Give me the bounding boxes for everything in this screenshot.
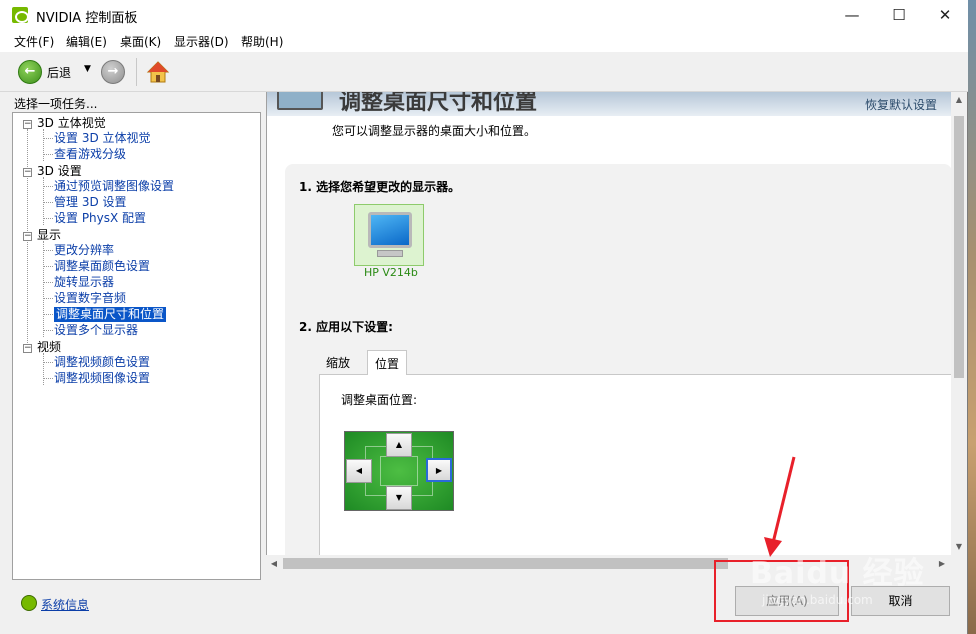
tree-group-display[interactable]: 显示 <box>37 228 61 243</box>
tree-hline <box>44 282 53 283</box>
system-info-icon[interactable] <box>21 595 37 611</box>
tree-hline <box>44 330 53 331</box>
monitor-stand-icon <box>377 250 403 257</box>
menu-file[interactable]: 文件(F) <box>14 33 54 50</box>
back-label[interactable]: 后退 <box>47 64 71 81</box>
system-info-link[interactable]: 系统信息 <box>41 596 89 613</box>
scroll-right-icon[interactable]: ▶ <box>934 555 950 572</box>
move-right-button[interactable]: ▶ <box>426 458 452 482</box>
monitor-icon <box>368 212 412 248</box>
title-bar: NVIDIA 控制面板 — ☐ ✕ <box>0 0 968 30</box>
tree-group-video[interactable]: 视频 <box>37 340 61 355</box>
move-down-button[interactable]: ▼ <box>386 486 412 510</box>
task-tree: − 3D 立体视觉 设置 3D 立体视觉 查看游戏分级 − 3D 设置 通过预览… <box>12 112 261 580</box>
scroll-down-icon[interactable]: ▼ <box>951 539 967 555</box>
toolbar-separator <box>136 58 137 86</box>
page-banner: 调整桌面尺寸和位置 恢复默认设置 <box>267 92 951 116</box>
vertical-scroll-thumb[interactable] <box>954 116 964 378</box>
tree-collapse-icon[interactable]: − <box>23 168 32 177</box>
display-name[interactable]: HP V214b <box>364 266 418 279</box>
close-button[interactable]: ✕ <box>922 0 968 30</box>
tree-item-change-resolution[interactable]: 更改分辨率 <box>54 243 114 258</box>
desktop-background <box>968 0 976 634</box>
step2-heading: 2. 应用以下设置: <box>299 320 393 334</box>
tree-hline <box>44 218 53 219</box>
tree-group-3d-settings[interactable]: 3D 设置 <box>37 164 82 179</box>
tree-item-desktop-size-position[interactable]: 调整桌面尺寸和位置 <box>54 307 167 322</box>
tree-hline <box>44 186 53 187</box>
tree-item-multiple-displays[interactable]: 设置多个显示器 <box>54 323 138 338</box>
tree-collapse-icon[interactable]: − <box>23 120 32 129</box>
page-description: 您可以调整显示器的桌面大小和位置。 <box>332 124 537 138</box>
position-label: 调整桌面位置: <box>341 393 418 407</box>
watermark-url: jingyan.baidu.com <box>762 593 873 607</box>
home-icon[interactable] <box>146 60 170 84</box>
desktop-position-control: ▲ ▼ ◀ ▶ <box>344 431 454 511</box>
tree-hline <box>44 250 53 251</box>
tree-item-game-ratings[interactable]: 查看游戏分级 <box>54 147 126 162</box>
tree-collapse-icon[interactable]: − <box>23 344 32 353</box>
tree-group-3d-stereo[interactable]: 3D 立体视觉 <box>37 116 106 131</box>
tree-branch-line <box>43 353 44 385</box>
maximize-button[interactable]: ☐ <box>876 0 922 30</box>
tree-item-video-color[interactable]: 调整视频颜色设置 <box>54 355 150 370</box>
display-banner-icon <box>277 92 323 110</box>
tree-item-preview-image-settings[interactable]: 通过预览调整图像设置 <box>54 179 174 194</box>
back-arrow-icon: ← <box>24 64 36 79</box>
annotation-arrow-icon <box>764 456 796 557</box>
move-left-button[interactable]: ◀ <box>346 459 372 483</box>
tree-hline <box>44 378 53 379</box>
tree-branch-line <box>43 129 44 161</box>
watermark-logo: Baidu 经验 <box>750 556 925 591</box>
scroll-up-icon[interactable]: ▲ <box>951 92 967 108</box>
vertical-scrollbar[interactable]: ▲ ▼ <box>951 92 967 555</box>
horizontal-scroll-thumb[interactable] <box>283 558 728 569</box>
forward-button[interactable]: → <box>101 60 125 84</box>
menu-desktop[interactable]: 桌面(K) <box>120 33 161 50</box>
tree-item-video-image[interactable]: 调整视频图像设置 <box>54 371 150 386</box>
menu-edit[interactable]: 编辑(E) <box>66 33 107 50</box>
tree-hline <box>44 362 53 363</box>
minimize-button[interactable]: — <box>829 0 875 30</box>
page-title: 调整桌面尺寸和位置 <box>339 92 538 115</box>
back-button[interactable]: ← <box>18 60 42 84</box>
window-title: NVIDIA 控制面板 <box>36 11 138 26</box>
tree-item-desktop-color[interactable]: 调整桌面颜色设置 <box>54 259 150 274</box>
tree-hline <box>44 298 53 299</box>
grid-line <box>380 456 418 486</box>
tree-hline <box>44 314 53 315</box>
step1-heading: 1. 选择您希望更改的显示器。 <box>299 180 461 194</box>
tree-collapse-icon[interactable]: − <box>23 232 32 241</box>
tree-hline <box>44 138 53 139</box>
menu-help[interactable]: 帮助(H) <box>241 33 283 50</box>
nvidia-logo-icon <box>12 7 29 23</box>
move-up-button[interactable]: ▲ <box>386 433 412 457</box>
tree-branch-line <box>43 241 44 337</box>
menu-bar: 文件(F) 编辑(E) 桌面(K) 显示器(D) 帮助(H) <box>0 30 968 52</box>
tree-item-rotate-display[interactable]: 旋转显示器 <box>54 275 114 290</box>
display-selector-hp-v214b[interactable] <box>354 204 424 266</box>
task-label: 选择一项任务... <box>14 97 98 111</box>
toolbar: ← 后退 ▼ → <box>0 52 968 92</box>
tree-hline <box>44 266 53 267</box>
history-dropdown-icon[interactable]: ▼ <box>84 64 91 74</box>
nvidia-control-panel-window: NVIDIA 控制面板 — ☐ ✕ 文件(F) 编辑(E) 桌面(K) 显示器(… <box>0 0 968 634</box>
tree-item-physx-config[interactable]: 设置 PhysX 配置 <box>54 211 146 226</box>
scroll-left-icon[interactable]: ◀ <box>266 555 282 572</box>
tree-item-digital-audio[interactable]: 设置数字音频 <box>54 291 126 306</box>
tree-root-line <box>27 129 28 353</box>
forward-arrow-icon: → <box>107 64 119 79</box>
tab-zoom[interactable]: 缩放 <box>319 350 358 375</box>
tree-item-setup-3d-stereo[interactable]: 设置 3D 立体视觉 <box>54 131 151 146</box>
tree-hline <box>44 202 53 203</box>
tree-hline <box>44 154 53 155</box>
tab-position[interactable]: 位置 <box>367 350 408 375</box>
content-panel: 调整桌面尺寸和位置 恢复默认设置 您可以调整显示器的桌面大小和位置。 1. 选择… <box>266 92 951 555</box>
menu-display[interactable]: 显示器(D) <box>174 33 229 50</box>
restore-defaults-link[interactable]: 恢复默认设置 <box>865 96 937 113</box>
tree-item-manage-3d-settings[interactable]: 管理 3D 设置 <box>54 195 127 210</box>
